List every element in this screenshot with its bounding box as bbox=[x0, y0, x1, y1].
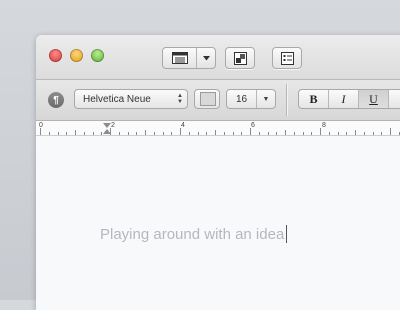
inspector-icon bbox=[233, 51, 247, 65]
text-color-well[interactable] bbox=[194, 89, 220, 109]
ruler-tick bbox=[188, 132, 190, 135]
bold-button[interactable]: B bbox=[299, 90, 329, 108]
document-text[interactable]: Playing around with an idea bbox=[100, 225, 288, 243]
underline-button[interactable]: U bbox=[359, 90, 389, 108]
ruler-tick bbox=[276, 132, 278, 135]
ruler-tick bbox=[250, 128, 251, 135]
ruler-tick bbox=[206, 132, 208, 135]
ruler-tick bbox=[66, 132, 68, 135]
toolbar-divider bbox=[286, 84, 287, 116]
list-format-icon bbox=[280, 51, 294, 65]
font-family-select[interactable]: Helvetica Neue ▲ ▼ bbox=[74, 89, 188, 109]
ruler-tick bbox=[145, 130, 146, 135]
view-mode-segmented-control[interactable] bbox=[162, 47, 216, 69]
zoom-window-button[interactable] bbox=[91, 49, 104, 62]
list-format-button[interactable] bbox=[272, 47, 302, 69]
ruler-tick bbox=[153, 132, 155, 135]
ruler-tick bbox=[75, 130, 76, 135]
font-size-select[interactable]: 16 ▼ bbox=[226, 89, 276, 109]
ruler-tick bbox=[302, 132, 304, 135]
text-style-group[interactable]: B I U bbox=[298, 89, 400, 109]
color-swatch bbox=[200, 92, 216, 106]
paragraph-icon: ¶ bbox=[53, 94, 59, 106]
ruler-tick bbox=[320, 128, 321, 135]
text-cursor bbox=[286, 225, 288, 243]
ruler-tick bbox=[197, 132, 199, 135]
view-dropdown-button[interactable] bbox=[197, 48, 215, 68]
ruler-tick bbox=[285, 130, 286, 135]
ruler-tick bbox=[110, 128, 111, 135]
stepper-arrows-icon: ▲ ▼ bbox=[177, 93, 183, 105]
ruler-tick bbox=[241, 132, 243, 135]
ruler-tick bbox=[83, 132, 85, 135]
paragraph-styles-button[interactable]: ¶ bbox=[48, 92, 64, 108]
ruler-tick bbox=[223, 132, 225, 135]
ruler-tick bbox=[346, 132, 348, 135]
ruler-tick bbox=[293, 132, 295, 135]
ruler-tick bbox=[40, 128, 41, 135]
document-window: ¶ Helvetica Neue ▲ ▼ 16 ▼ B I U 0 2 4 6 8 bbox=[36, 35, 400, 310]
ruler-tick bbox=[48, 132, 50, 135]
ruler-tick bbox=[101, 132, 103, 135]
ruler-tick bbox=[337, 132, 339, 135]
close-window-button[interactable] bbox=[49, 49, 62, 62]
ruler-label: 6 bbox=[251, 122, 255, 129]
title-toolbar bbox=[36, 35, 400, 80]
ruler-tick bbox=[215, 130, 216, 135]
ruler-tick bbox=[180, 128, 181, 135]
ruler-tick bbox=[381, 132, 383, 135]
ruler-tick bbox=[355, 130, 356, 135]
document-area[interactable]: Playing around with an idea bbox=[36, 136, 400, 310]
ruler-tick bbox=[390, 128, 391, 135]
ruler-tick bbox=[92, 132, 94, 135]
ruler-label: 2 bbox=[111, 122, 115, 129]
ruler-tick bbox=[267, 132, 269, 135]
ruler-tick bbox=[57, 132, 59, 135]
inspector-button[interactable] bbox=[225, 47, 255, 69]
ruler-tick bbox=[363, 132, 365, 135]
ruler-tick bbox=[118, 132, 120, 135]
ruler-label: 4 bbox=[181, 122, 185, 129]
ruler-tick bbox=[171, 132, 173, 135]
ruler-tick bbox=[372, 132, 374, 135]
layout-view-icon bbox=[171, 52, 188, 64]
ruler-tick bbox=[311, 132, 313, 135]
layout-view-button[interactable] bbox=[163, 48, 197, 68]
ruler-tick bbox=[136, 132, 138, 135]
ruler-tick bbox=[127, 132, 129, 135]
ruler[interactable]: 0 2 4 6 8 bbox=[36, 121, 400, 136]
minimize-window-button[interactable] bbox=[70, 49, 83, 62]
ruler-label: 8 bbox=[322, 122, 326, 129]
italic-button[interactable]: I bbox=[329, 90, 359, 108]
font-family-value: Helvetica Neue bbox=[83, 93, 151, 105]
ruler-tick bbox=[162, 132, 164, 135]
ruler-tick bbox=[258, 132, 260, 135]
chevron-down-icon bbox=[202, 55, 210, 60]
ruler-tick bbox=[232, 132, 234, 135]
chevron-down-icon: ▼ bbox=[262, 95, 270, 103]
document-text-content: Playing around with an idea bbox=[100, 226, 285, 243]
format-bar: ¶ Helvetica Neue ▲ ▼ 16 ▼ B I U bbox=[36, 80, 400, 121]
ruler-tick bbox=[328, 132, 330, 135]
font-size-value: 16 bbox=[227, 90, 257, 108]
